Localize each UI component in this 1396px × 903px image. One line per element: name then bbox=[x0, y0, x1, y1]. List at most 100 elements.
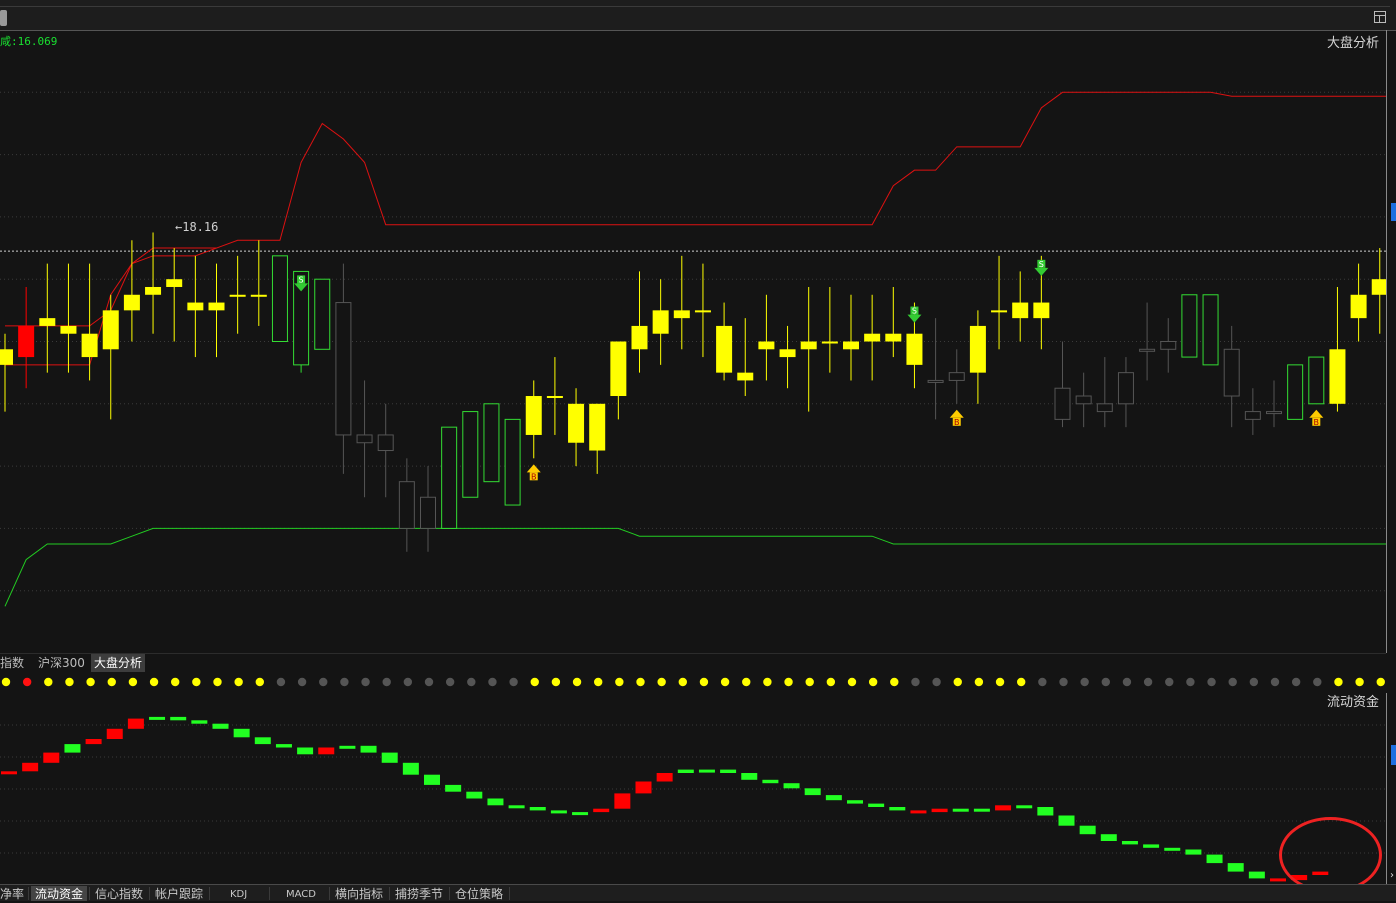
candle-body bbox=[800, 341, 817, 350]
candle-body bbox=[420, 496, 436, 529]
state-dot bbox=[1313, 677, 1322, 687]
state-dot bbox=[382, 677, 391, 687]
scroll-right-icon[interactable]: › bbox=[1390, 870, 1394, 881]
main-scroll-marker[interactable] bbox=[1391, 203, 1396, 221]
liquidity-bar bbox=[127, 718, 144, 729]
state-dot bbox=[1080, 677, 1089, 687]
liquidity-bar bbox=[445, 784, 462, 792]
liquidity-bar bbox=[741, 773, 758, 780]
liquidity-bar bbox=[1, 771, 17, 775]
toolbar-strip bbox=[0, 6, 1390, 29]
state-dot bbox=[1334, 677, 1343, 687]
candle-body bbox=[1223, 348, 1240, 397]
state-dot bbox=[1228, 677, 1237, 687]
state-dot bbox=[128, 677, 138, 687]
tab-net-rate[interactable]: 净率 bbox=[0, 886, 24, 901]
state-dot bbox=[403, 677, 413, 687]
state-dot bbox=[488, 677, 497, 687]
candle-body bbox=[1287, 364, 1304, 420]
state-dot bbox=[699, 677, 709, 687]
tab-macd[interactable]: MACD bbox=[286, 886, 316, 901]
layout-grid-icon[interactable] bbox=[1374, 11, 1386, 23]
tab-liquidity[interactable]: 流动资金 bbox=[31, 886, 88, 901]
liquidity-bar bbox=[1164, 847, 1181, 851]
red-circle-annotation bbox=[1279, 817, 1382, 893]
state-dot bbox=[551, 677, 561, 687]
sub-scroll-marker[interactable] bbox=[1391, 745, 1396, 765]
candle-body bbox=[102, 310, 119, 350]
right-axis-line-sub bbox=[1386, 693, 1387, 884]
state-dot bbox=[1291, 677, 1301, 687]
tab-fishing-season[interactable]: 捕捞季节 bbox=[395, 886, 443, 901]
state-dot bbox=[953, 677, 962, 687]
sell-arrow-icon bbox=[907, 314, 922, 323]
tab-confidence[interactable]: 信心指数 bbox=[95, 886, 143, 901]
liquidity-bar bbox=[508, 805, 525, 809]
candle-body bbox=[737, 372, 754, 381]
candle-body bbox=[843, 341, 859, 350]
tab-horizontal[interactable]: 横向指标 bbox=[335, 886, 383, 901]
liquidity-bar bbox=[973, 808, 990, 812]
liquidity-bar bbox=[656, 773, 673, 782]
index-tab-bar: 指数 沪深300 大盘分析 bbox=[0, 653, 1386, 672]
tab-position[interactable]: 仓位策略 bbox=[455, 886, 503, 901]
liquidity-bar bbox=[1016, 805, 1033, 809]
liquidity-bar bbox=[889, 807, 906, 811]
state-dot bbox=[1165, 677, 1174, 687]
sell-signal-label: S bbox=[912, 307, 917, 316]
candle-body bbox=[948, 372, 965, 381]
state-dot bbox=[1249, 677, 1259, 687]
liquidity-bar bbox=[593, 808, 610, 813]
state-dot bbox=[424, 677, 434, 687]
liquidity-bar bbox=[1058, 815, 1075, 826]
candle-body bbox=[441, 426, 458, 529]
state-dot bbox=[86, 677, 95, 687]
state-dot bbox=[890, 677, 899, 687]
sell-arrow-icon bbox=[1034, 267, 1049, 276]
liquidity-bar bbox=[170, 716, 187, 721]
state-dot-row bbox=[1, 677, 1385, 687]
candle-body bbox=[314, 278, 331, 350]
candle-body bbox=[1350, 294, 1367, 319]
tab-index[interactable]: 指数 bbox=[0, 654, 24, 672]
state-dot bbox=[657, 677, 666, 687]
liquidity-bar bbox=[1100, 834, 1117, 841]
state-dot bbox=[1143, 677, 1153, 687]
state-dot bbox=[44, 677, 53, 687]
tab-market-analysis[interactable]: 大盘分析 bbox=[91, 654, 146, 672]
tab-kdj[interactable]: KDJ bbox=[230, 886, 247, 901]
liquidity-bar bbox=[466, 791, 483, 799]
candle-body bbox=[1054, 387, 1071, 420]
state-dot bbox=[615, 677, 624, 687]
candle-body bbox=[1244, 411, 1261, 420]
state-dot bbox=[1017, 677, 1026, 687]
candle-body bbox=[0, 349, 13, 365]
liquidity-bar bbox=[85, 739, 102, 745]
state-dot bbox=[509, 677, 518, 687]
liquidity-bar bbox=[149, 716, 166, 720]
tab-account-tracking[interactable]: 帐户跟踪 bbox=[155, 886, 203, 901]
liquidity-bar bbox=[339, 745, 356, 749]
liquidity-bar bbox=[1270, 878, 1286, 882]
state-dot bbox=[1101, 677, 1111, 687]
candle-body bbox=[39, 318, 56, 326]
candle-body bbox=[1096, 403, 1113, 413]
candle-body bbox=[885, 333, 902, 342]
candle-body bbox=[568, 403, 585, 443]
candle-body bbox=[377, 434, 394, 452]
buy-arrow-icon bbox=[949, 409, 964, 418]
liquidity-bar bbox=[550, 810, 567, 814]
menu-button[interactable] bbox=[0, 10, 7, 26]
candle-body bbox=[166, 279, 183, 287]
chart-window: 咸:16.069 大盘分析 S B S B S B ←18.16 指数 沪深300 大盘分析… bbox=[0, 0, 1396, 901]
liquidity-bar bbox=[529, 807, 546, 811]
liquidity-bar bbox=[931, 808, 948, 813]
tab-hs300[interactable]: 沪深300 bbox=[38, 654, 85, 672]
candle-body bbox=[779, 349, 796, 358]
indicator-tab-bar: 净率 流动资金 信心指数 帐户跟踪 KDJ MACD 横向指标 捕捞季节 仓位策… bbox=[0, 884, 1396, 901]
liquidity-bar bbox=[698, 769, 715, 773]
candle-body bbox=[1117, 372, 1134, 405]
state-dot bbox=[340, 677, 349, 687]
candle-body bbox=[694, 310, 711, 313]
buy-signal-label: B bbox=[531, 472, 537, 481]
